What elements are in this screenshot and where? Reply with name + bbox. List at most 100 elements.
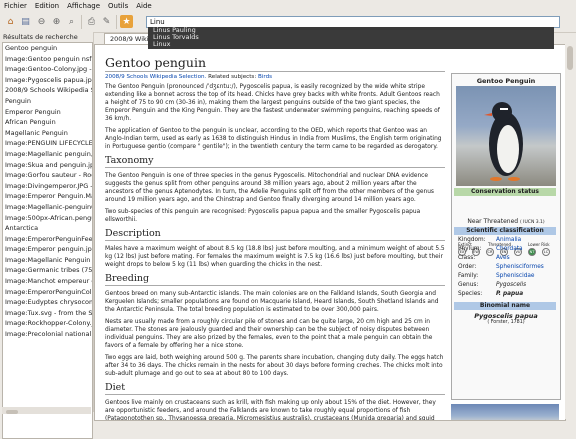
paragraph: The Gentoo Penguin is one of three speci…: [105, 173, 434, 203]
menu-edition[interactable]: Edition: [31, 2, 63, 10]
list-item[interactable]: Image:Manchot empereur car: [3, 276, 92, 287]
list-item[interactable]: Image:Gentoo penguin nsf cr: [3, 54, 92, 65]
list-item[interactable]: Image:PENGUIN LIFECYCLE H: [3, 138, 92, 149]
list-item[interactable]: Image:Gentoo-Colony.jpg - fr: [3, 64, 92, 75]
search-results-list[interactable]: Gentoo penguin Image:Gentoo penguin nsf …: [2, 42, 93, 439]
status-text: Near Threatened ( IUCN 3.1): [456, 218, 556, 225]
list-item[interactable]: Image:Tux.svg - from the Sch: [3, 308, 92, 319]
paragraph: Nests are usually made from a roughly ci…: [105, 319, 433, 349]
row-value[interactable]: Spheniscidae: [496, 273, 535, 279]
list-item[interactable]: Image:Magellanic penguin, Va: [3, 149, 92, 160]
list-item[interactable]: Image:Eudyptes chrysocome: [3, 297, 92, 308]
section-heading: Breeding: [105, 273, 445, 286]
list-item[interactable]: Image:Pygoscelis papua.jpg -: [3, 75, 92, 86]
row-value[interactable]: Sphenisciformes: [496, 264, 544, 270]
binomial-name: Pygoscelis papua: [474, 312, 538, 320]
list-item[interactable]: 2008/9 Schools Wikipedia Sel: [3, 85, 92, 96]
second-photo[interactable]: [451, 404, 559, 420]
status-label: Near Threatened: [467, 218, 519, 225]
article-view: Gentoo penguin 2008/9 Schools Wikipedia …: [94, 44, 566, 421]
menu-outils[interactable]: Outils: [104, 2, 132, 10]
binomial-header: Binomial name: [454, 302, 556, 310]
sidebar-header: Résultats de recherche: [3, 33, 78, 41]
paragraph: The Gentoo Penguin (pronounced /ˈdʒɛntuː…: [105, 84, 440, 122]
list-item[interactable]: Penguin: [3, 96, 92, 107]
page-title: Gentoo penguin: [105, 55, 445, 72]
row-key: Species:: [458, 291, 483, 297]
bookmark-icon[interactable]: ★: [120, 15, 133, 28]
classification-row: Order: Sphenisciformes: [458, 264, 556, 270]
list-item[interactable]: Image:Magellanic-penguin02: [3, 202, 92, 213]
list-item[interactable]: Image:Emperor Penguin.Mane: [3, 191, 92, 202]
toolbar-separator: [116, 15, 117, 29]
library-icon[interactable]: ▤: [19, 15, 32, 28]
print-icon[interactable]: ⎙: [85, 15, 98, 28]
birds-link[interactable]: Birds: [258, 74, 272, 80]
paragraph: Gentoos breed on many sub-Antarctic isla…: [105, 291, 439, 313]
home-icon[interactable]: ⌂: [4, 15, 17, 28]
row-key: Order:: [458, 264, 477, 270]
list-item[interactable]: Image:Skua and penguin.jpg: [3, 160, 92, 171]
paragraph: Males have a maximum weight of about 8.5…: [105, 246, 445, 268]
list-item[interactable]: Emperor Penguin: [3, 107, 92, 118]
zoom-in-icon[interactable]: ⊕: [50, 15, 63, 28]
list-item[interactable]: Image:Rockhopper-Colony.jp: [3, 318, 92, 329]
content-scroll-thumb[interactable]: [567, 46, 573, 70]
list-item[interactable]: Image:EmperorPenguinColor: [3, 287, 92, 298]
menu-aide[interactable]: Aide: [132, 2, 155, 10]
suggestion-item[interactable]: Linus Torvalds: [148, 34, 554, 41]
infobox: Gentoo Penguin Conservation status Extin…: [451, 73, 561, 400]
list-item[interactable]: Image:Precolonial national in: [3, 329, 92, 340]
menubar: Fichier Edition Affichage Outils Aide: [0, 0, 576, 12]
classification-row: Phylum: Chordata: [458, 246, 556, 252]
section-heading: Taxonomy: [105, 155, 445, 168]
list-item[interactable]: Image:Germanic tribes (7508: [3, 265, 92, 276]
menu-affichage[interactable]: Affichage: [63, 2, 104, 10]
classification-row: Family: Spheniscidae: [458, 273, 556, 279]
penguin-photo[interactable]: [456, 86, 556, 186]
row-value: P. papua: [496, 291, 524, 297]
zoom-out-icon[interactable]: ⊖: [35, 15, 48, 28]
search-icon[interactable]: ⌕: [65, 15, 78, 28]
row-key: Genus:: [458, 282, 479, 288]
list-item[interactable]: Image:Emperor penguin.jpg -: [3, 244, 92, 255]
paragraph: Gentoos live mainly on crustaceans such …: [105, 400, 436, 421]
list-item[interactable]: Image:Gorfou sauteur - Rock: [3, 170, 92, 181]
row-value[interactable]: Chordata: [496, 246, 523, 252]
row-value[interactable]: Aves: [496, 255, 510, 261]
row-value: Pygoscelis: [496, 282, 527, 288]
list-item[interactable]: Magellanic Penguin: [3, 128, 92, 139]
paragraph: The application of Gentoo to the penguin…: [105, 128, 442, 150]
paragraph: Two sub-species of this penguin are reco…: [105, 209, 421, 223]
search-suggestions: Linus Pauling Linus Torvalds Linux: [148, 27, 554, 49]
suggestion-item[interactable]: Linus Pauling: [148, 27, 554, 34]
classification-row: Class: Aves: [458, 255, 556, 261]
menu-fichier[interactable]: Fichier: [0, 2, 31, 10]
article-subtitle: 2008/9 Schools Wikipedia Selection. Rela…: [105, 74, 445, 80]
conservation-status-header: Conservation status: [454, 188, 556, 196]
selection-link[interactable]: 2008/9 Schools Wikipedia Selection.: [105, 74, 206, 80]
list-item[interactable]: Image:Magellanic Penguin (S: [3, 255, 92, 266]
find-icon[interactable]: ✎: [100, 15, 113, 28]
list-item[interactable]: Gentoo penguin: [3, 43, 92, 54]
classification-row: Kingdom: Animalia: [458, 237, 556, 243]
row-value[interactable]: Animalia: [496, 237, 521, 243]
list-item[interactable]: Image:EmperorPenguinFeedin: [3, 234, 92, 245]
sidebar-scroll-thumb[interactable]: [6, 410, 18, 414]
classification-header: Scientific classification: [454, 227, 556, 235]
infobox-title: Gentoo Penguin: [476, 77, 536, 85]
suggestion-item[interactable]: Linux: [148, 41, 554, 48]
list-item[interactable]: Image:500px-African.penguin: [3, 213, 92, 224]
section-heading: Diet: [105, 382, 445, 395]
content-scrollbar[interactable]: [565, 44, 575, 419]
row-key: Family:: [458, 273, 479, 279]
row-key: Class:: [458, 255, 476, 261]
binomial-authority: ( Forster, 1781): [487, 320, 525, 325]
classification-row: Genus: Pygoscelis: [458, 282, 556, 288]
list-item[interactable]: African Penguin: [3, 117, 92, 128]
status-ref: ( IUCN 3.1): [520, 220, 545, 225]
paragraph: Two eggs are laid, both weighing around …: [105, 355, 444, 377]
classification-row: Species: P. papua: [458, 291, 556, 297]
list-item[interactable]: Image:Divingemperor.JPG - fr: [3, 181, 92, 192]
list-item[interactable]: Antarctica: [3, 223, 92, 234]
